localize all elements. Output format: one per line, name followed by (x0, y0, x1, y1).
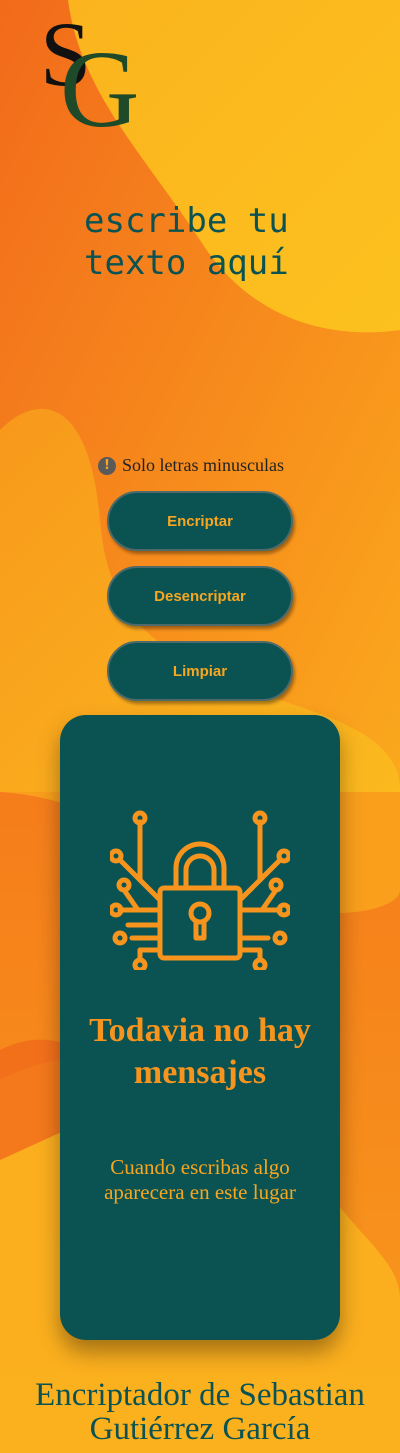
encrypt-button[interactable]: Encriptar (107, 491, 293, 551)
output-panel: Todavia no hay mensajes Cuando escribas … (60, 715, 340, 1340)
decrypt-button[interactable]: Desencriptar (107, 566, 293, 626)
text-input[interactable] (84, 200, 334, 370)
hint-text: Solo letras minusculas (122, 455, 284, 475)
clear-button[interactable]: Limpiar (107, 641, 293, 701)
footer-credit: Encriptador de Sebastian Gutiérrez Garcí… (35, 1377, 365, 1447)
logo-letter-g: G (60, 28, 140, 150)
logo: S G (40, 8, 170, 150)
empty-title: Todavia no hay mensajes (89, 1012, 311, 1091)
exclamation-icon: ! (98, 456, 116, 475)
circuit-lock-icon (110, 810, 290, 970)
lowercase-hint: ! Solo letras minusculas (98, 455, 284, 476)
empty-subtitle: Cuando escribas algo aparecera en este l… (104, 1155, 296, 1204)
